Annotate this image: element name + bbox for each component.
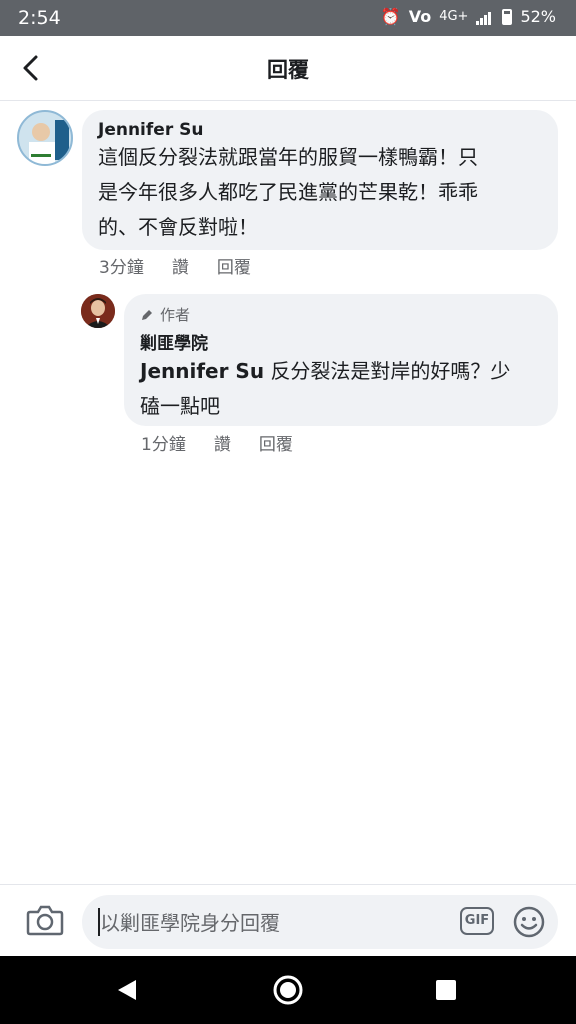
gif-button[interactable]: GIF [460, 907, 494, 935]
avatar-image [29, 120, 69, 164]
comment-reply-button[interactable]: 回覆 [217, 253, 251, 278]
comment-text-line-3: 的、不會反對啦！ [98, 215, 258, 239]
reply-text-1: 反分裂法是對岸的好嗎？少 [270, 359, 511, 383]
status-time: 2:54 [18, 7, 61, 29]
nav-recents-icon[interactable] [436, 980, 456, 1000]
reply-text-line-2: 磕一點吧 [140, 394, 220, 418]
nav-back-icon[interactable] [116, 978, 138, 1002]
reply-mention[interactable]: Jennifer Su [140, 359, 264, 383]
camera-icon[interactable] [26, 903, 64, 937]
page-title: 回覆 [267, 58, 309, 82]
pencil-icon [142, 309, 152, 320]
reply-time: 1分鐘 [141, 435, 186, 455]
reply-meta: 1分鐘 讚 回覆 [141, 430, 293, 455]
network-type: 4G+ [439, 9, 469, 24]
reply-reply-button[interactable]: 回覆 [259, 430, 293, 455]
reply-author[interactable]: 剿匪學院 [140, 329, 542, 354]
comment-like-button[interactable]: 讚 [172, 253, 189, 278]
comment-time: 3分鐘 [99, 258, 144, 278]
author-tag: 作者 [140, 304, 542, 325]
signal-icon [476, 9, 494, 25]
reply-avatar-image [81, 294, 115, 328]
reply-input-box[interactable]: GIF [82, 895, 558, 949]
battery-percent: 52% [520, 7, 556, 26]
composer: GIF [0, 884, 576, 957]
reply-bubble[interactable]: 作者 剿匪學院 Jennifer Su 反分裂法是對岸的好嗎？少 磕一點吧 [124, 294, 558, 426]
battery-icon [502, 8, 513, 25]
alarm-icon: ⏰ [380, 7, 401, 26]
reply-input[interactable] [98, 907, 442, 939]
reply-text-line-1: Jennifer Su 反分裂法是對岸的好嗎？少 [140, 354, 542, 389]
comment-bubble[interactable]: Jennifer Su 這個反分裂法就跟當年的服貿一樣鴨霸！只 是今年很多人都吃… [82, 110, 558, 250]
comment-author[interactable]: Jennifer Su [98, 120, 542, 140]
header: 回覆 [0, 36, 576, 101]
avatar[interactable] [17, 110, 73, 166]
emoji-icon[interactable] [512, 905, 546, 939]
system-nav-bar [0, 956, 576, 1024]
comment-text-line-1: 這個反分裂法就跟當年的服貿一樣鴨霸！只 [98, 145, 478, 169]
status-icons: ⏰ Vo 4G+ 52% [381, 7, 556, 26]
reply-sheet: 回覆 Jennifer Su 這個反分裂法就跟當年的服貿一樣鴨霸！只 是今年很多… [0, 36, 576, 956]
status-bar: 2:54 ⏰ Vo 4G+ 52% [0, 0, 576, 36]
volte-icon: Vo [408, 7, 432, 26]
author-tag-label: 作者 [160, 306, 191, 324]
comment-text-line-2: 是今年很多人都吃了民進黨的芒果乾！乖乖 [98, 180, 478, 204]
reply-avatar[interactable] [81, 294, 115, 328]
comment-meta: 3分鐘 讚 回覆 [99, 253, 251, 278]
nav-home-icon[interactable] [272, 974, 304, 1006]
reply-like-button[interactable]: 讚 [214, 430, 231, 455]
